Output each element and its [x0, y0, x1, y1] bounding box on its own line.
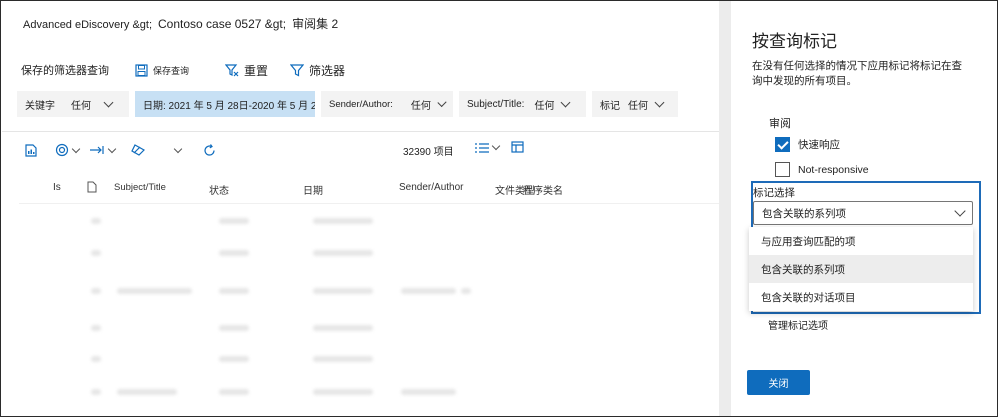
results-toolbar: [25, 141, 216, 159]
filter-date-label: 日期: 2021 年 5 月 28日-2020 年 5 月 28日: [143, 100, 315, 112]
filter-tag[interactable]: 标记 任何: [592, 91, 678, 117]
filter-sender-value: 任何: [410, 100, 431, 112]
column-header-is[interactable]: Is: [53, 182, 61, 193]
refresh-icon[interactable]: [203, 143, 216, 157]
chevron-down-icon: [491, 141, 501, 151]
checkbox-quick-response-label: 快速响应: [798, 139, 840, 151]
list-view-icon[interactable]: [475, 141, 501, 153]
chevron-down-icon: [103, 97, 114, 107]
review-set-main: Advanced eDiscovery &gt; Contoso case 05…: [1, 1, 720, 416]
tag-icon[interactable]: [55, 143, 81, 157]
tag-selection-label: 标记选择: [753, 187, 795, 199]
section-divider: [2, 131, 720, 132]
filter-subject-label: Subject/Title:: [467, 98, 525, 110]
column-header-program-class[interactable]: 程序类名: [523, 182, 563, 197]
chevron-down-icon: [954, 205, 966, 217]
chevron-down-icon: [654, 97, 665, 107]
breadcrumb: Advanced eDiscovery &gt; Contoso case 05…: [23, 15, 338, 32]
view-options: [475, 141, 525, 154]
checkbox-not-responsive-label: Not-responsive: [798, 163, 869, 176]
manage-tags-link[interactable]: 管理标记选项: [768, 317, 828, 332]
chevron-down-icon: [560, 97, 571, 107]
close-button[interactable]: 关闭: [747, 370, 810, 395]
breadcrumb-case[interactable]: Contoso case 0527 &gt;: [158, 17, 286, 31]
reset-label: 重置: [244, 63, 269, 78]
file-icon: [87, 181, 97, 193]
result-count: 32390 项目: [403, 147, 454, 158]
filters-button[interactable]: 筛选器: [290, 62, 345, 79]
column-header-sender[interactable]: Sender/Author: [399, 182, 464, 193]
save-query-button[interactable]: 保存查询: [135, 63, 190, 77]
chevron-down-icon: [71, 144, 81, 153]
save-query-label: 保存查询: [153, 65, 190, 76]
checkbox-unchecked[interactable]: [775, 162, 790, 177]
filters-label: 筛选器: [309, 63, 346, 78]
option-conversation-items[interactable]: 包含关联的对话项目: [749, 283, 973, 311]
review-label: 审阅: [769, 118, 791, 130]
chevron-down-icon: [107, 144, 117, 153]
filter-chips: 关键字 任何 日期: 2021 年 5 月 28日-2020 年 5 月 28日…: [17, 91, 678, 117]
row-divider: [19, 203, 719, 204]
reset-button[interactable]: 重置: [225, 62, 268, 79]
breadcrumb-ediscovery[interactable]: Advanced eDiscovery &gt;: [23, 19, 152, 31]
option-query-matching[interactable]: 与应用查询匹配的项: [749, 227, 973, 255]
chevron-down-icon[interactable]: [173, 144, 183, 153]
report-icon[interactable]: [25, 143, 37, 157]
filter-keyword-value: 任何: [71, 100, 91, 112]
tag-selection-dropdown[interactable]: 包含关联的系列项: [753, 201, 973, 225]
column-header-date[interactable]: 日期: [303, 182, 323, 197]
filter-sender[interactable]: Sender/Author: 任何: [321, 91, 453, 117]
checkbox-checked[interactable]: [775, 137, 790, 152]
save-icon: [135, 63, 148, 77]
query-toolbar: 保存的筛选器查询 保存查询 重置 筛选器: [21, 61, 367, 79]
filter-keyword[interactable]: 关键字 任何: [17, 91, 129, 117]
export-icon[interactable]: [89, 144, 117, 155]
filter-date[interactable]: 日期: 2021 年 5 月 28日-2020 年 5 月 28日: [135, 91, 315, 117]
tag-selection-value: 包含关联的系列项: [762, 207, 846, 220]
filter-keyword-label: 关键字: [25, 100, 55, 112]
redact-icon[interactable]: [131, 144, 145, 156]
filter-icon: [290, 64, 305, 77]
filter-sender-label: Sender/Author:: [329, 98, 393, 110]
filter-tag-value: 任何: [628, 100, 648, 112]
column-options-icon[interactable]: [511, 141, 525, 154]
option-family-items[interactable]: 包含关联的系列项: [749, 255, 973, 283]
saved-queries-label[interactable]: 保存的筛选器查询: [21, 62, 109, 78]
breadcrumb-review-set: 审阅集 2: [292, 17, 339, 31]
filter-subject[interactable]: Subject/Title: 任何: [459, 91, 586, 117]
filter-clear-icon: [225, 64, 239, 77]
tag-selection-options: 与应用查询匹配的项 包含关联的系列项 包含关联的对话项目: [749, 227, 973, 311]
panel-title: 按查询标记: [752, 32, 837, 51]
chevron-down-icon: [437, 97, 447, 107]
column-header-status[interactable]: 状态: [209, 182, 229, 197]
checkbox-not-responsive[interactable]: Not-responsive: [775, 162, 869, 177]
filter-tag-label: 标记: [600, 100, 620, 112]
panel-divider: [719, 1, 731, 416]
tag-by-query-panel: 按查询标记 在没有任何选择的情况下应用标记将标记在查询中发现的所有项目。 审阅 …: [731, 1, 997, 416]
column-header-subject[interactable]: Subject/Title: [114, 182, 166, 193]
checkbox-quick-response[interactable]: 快速响应: [775, 137, 840, 152]
filter-subject-value: 任何: [534, 100, 555, 112]
panel-description: 在没有任何选择的情况下应用标记将标记在查询中发现的所有项目。: [752, 60, 962, 87]
